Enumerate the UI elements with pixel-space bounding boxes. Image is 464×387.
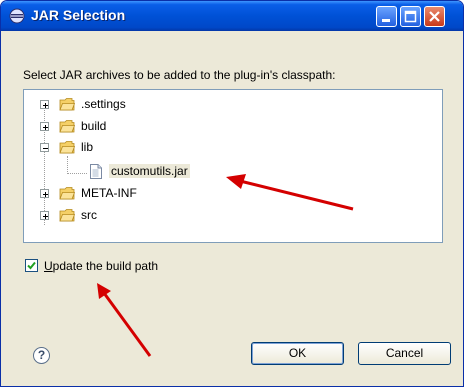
expand-icon[interactable] (40, 100, 49, 109)
checkmark-icon (27, 261, 36, 270)
tree-item-label: src (81, 208, 97, 222)
cancel-button[interactable]: Cancel (358, 342, 451, 365)
help-icon: ? (37, 348, 46, 362)
help-button[interactable]: ? (33, 347, 50, 364)
tree-item-customutils-jar[interactable]: customutils.jar (24, 162, 442, 182)
folder-icon (59, 187, 75, 200)
tree-item-lib[interactable]: lib (24, 137, 442, 157)
update-build-path-label[interactable]: Update the build path (44, 259, 158, 273)
tree-item-label: .settings (81, 97, 126, 111)
maximize-icon (404, 10, 417, 23)
tree-item-build[interactable]: build (24, 116, 442, 136)
jar-tree[interactable]: .settings build lib customutils.jar META… (23, 89, 443, 243)
jar-file-icon (90, 164, 102, 179)
expand-icon[interactable] (40, 211, 49, 220)
open-folder-icon (59, 141, 75, 154)
title-bar[interactable]: JAR Selection (1, 1, 463, 31)
folder-icon (59, 209, 75, 222)
tree-item-label: lib (81, 140, 94, 154)
close-button[interactable] (424, 6, 445, 27)
expand-icon[interactable] (40, 122, 49, 131)
close-icon (429, 11, 440, 22)
jar-selection-dialog: JAR Selection Select JAR archives to be … (0, 0, 464, 387)
eclipse-icon (9, 8, 25, 24)
tree-item-label: build (81, 119, 107, 133)
collapse-icon[interactable] (40, 143, 49, 152)
expand-icon[interactable] (40, 189, 49, 198)
window-title: JAR Selection (31, 7, 126, 23)
maximize-button[interactable] (400, 6, 421, 27)
minimize-icon (382, 19, 390, 22)
minimize-button[interactable] (376, 6, 397, 27)
tree-item-label: customutils.jar (109, 164, 190, 178)
dialog-prompt: Select JAR archives to be added to the p… (23, 68, 336, 82)
tree-item-src[interactable]: src (24, 205, 442, 225)
tree-item-settings[interactable]: .settings (24, 94, 442, 114)
ok-button[interactable]: OK (251, 342, 344, 365)
tree-item-meta-inf[interactable]: META-INF (24, 183, 442, 203)
folder-icon (59, 98, 75, 111)
update-build-path-checkbox[interactable] (25, 259, 38, 272)
folder-icon (59, 120, 75, 133)
tree-item-label: META-INF (81, 186, 137, 200)
